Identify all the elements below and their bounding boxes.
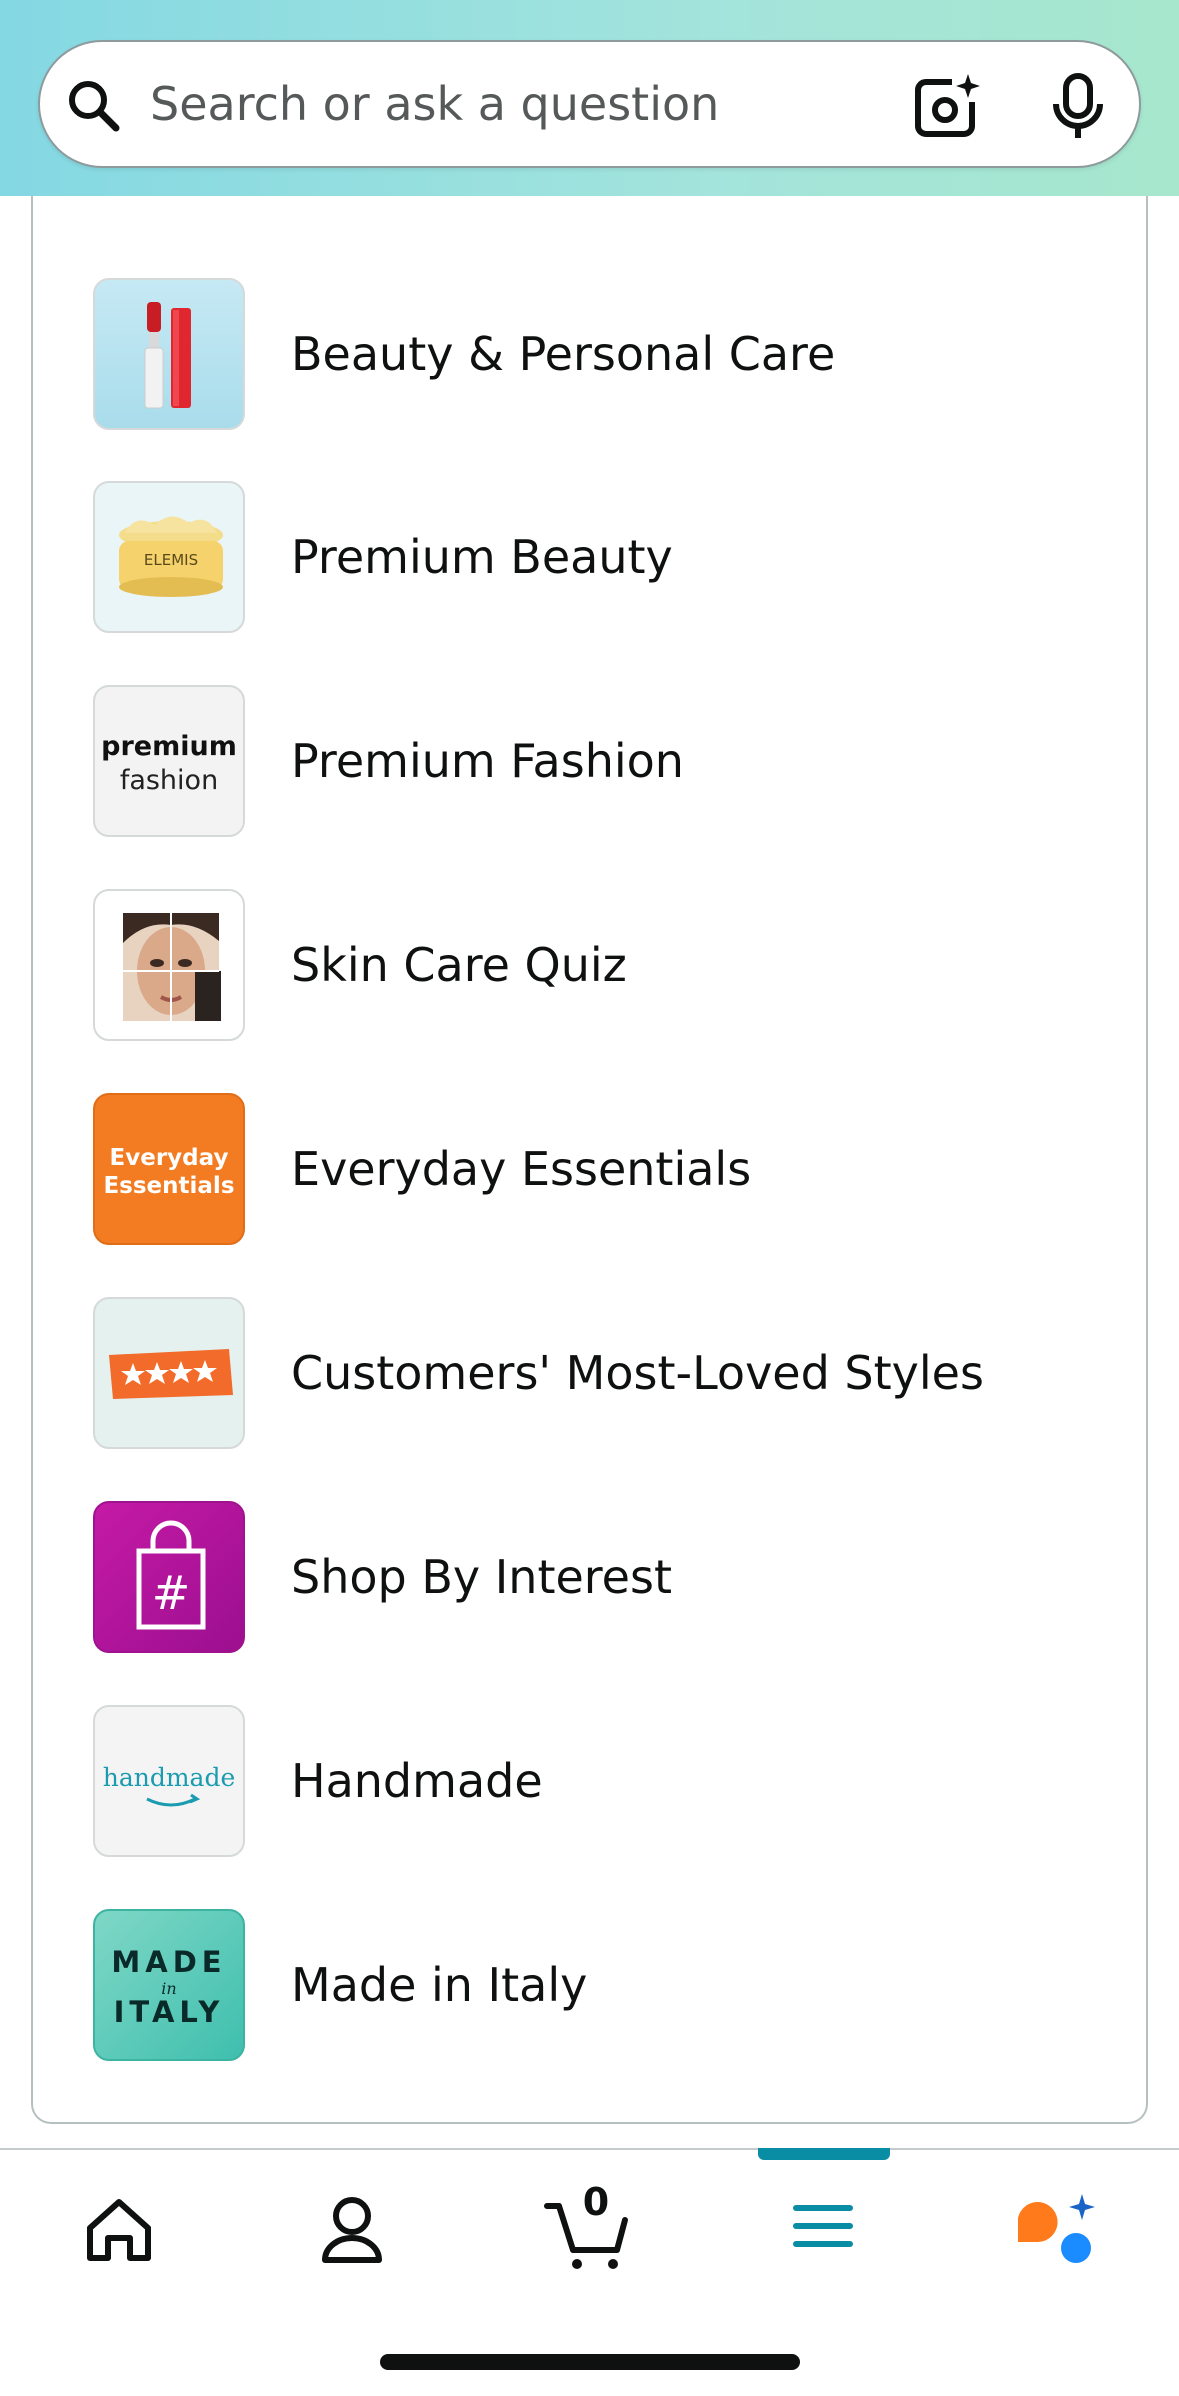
- category-label: Premium Fashion: [291, 734, 684, 788]
- thumb-text: Everyday: [109, 1145, 229, 1171]
- category-item-beauty-personal-care[interactable]: Beauty & Personal Care: [93, 278, 1093, 430]
- stars-badge-icon: [93, 1297, 245, 1449]
- lipstick-icon: [93, 278, 245, 430]
- category-item-handmade[interactable]: handmade Handmade: [93, 1705, 1093, 1857]
- account-icon[interactable]: [277, 2150, 427, 2300]
- home-icon[interactable]: [44, 2150, 194, 2300]
- menu-icon[interactable]: [748, 2150, 898, 2300]
- search-bar[interactable]: Search or ask a question: [38, 40, 1141, 168]
- category-item-shop-by-interest[interactable]: # Shop By Interest: [93, 1501, 1093, 1653]
- category-label: Everyday Essentials: [291, 1142, 752, 1196]
- category-label: Skin Care Quiz: [291, 938, 627, 992]
- microphone-icon[interactable]: [1048, 72, 1108, 140]
- face-collage-icon: [93, 889, 245, 1041]
- category-item-everyday-essentials[interactable]: Everyday Essentials Everyday Essentials: [93, 1093, 1093, 1245]
- category-label: Handmade: [291, 1754, 543, 1808]
- svg-text:#: #: [152, 1566, 191, 1620]
- thumb-text: Essentials: [103, 1173, 235, 1199]
- category-item-most-loved-styles[interactable]: Customers' Most-Loved Styles: [93, 1297, 1093, 1449]
- rufus-assistant-icon[interactable]: [980, 2150, 1130, 2300]
- svg-text:ELEMIS: ELEMIS: [144, 551, 198, 569]
- category-label: Made in Italy: [291, 1958, 588, 2012]
- category-item-premium-beauty[interactable]: ELEMIS Premium Beauty: [93, 481, 1093, 633]
- category-label: Beauty & Personal Care: [291, 327, 836, 381]
- home-indicator[interactable]: [380, 2354, 800, 2370]
- category-label: Customers' Most-Loved Styles: [291, 1346, 984, 1400]
- camera-sparkle-icon[interactable]: [912, 72, 980, 140]
- search-icon: [69, 81, 120, 132]
- made-in-italy-icon: MADE in ITALY: [93, 1909, 245, 2061]
- category-label: Premium Beauty: [291, 530, 673, 584]
- thumb-text: premium: [101, 731, 237, 762]
- thumb-text: ITALY: [113, 1995, 225, 2029]
- category-item-made-in-italy[interactable]: MADE in ITALY Made in Italy: [93, 1909, 1093, 2061]
- everyday-essentials-icon: Everyday Essentials: [93, 1093, 245, 1245]
- hashtag-bag-icon: #: [93, 1501, 245, 1653]
- thumb-text: fashion: [119, 765, 219, 796]
- category-list-panel: Beauty & Personal Care ELEMIS Premium Be…: [31, 150, 1148, 2124]
- category-item-premium-fashion[interactable]: premium fashion Premium Fashion: [93, 685, 1093, 837]
- header: Search or ask a question: [0, 0, 1179, 196]
- premium-fashion-icon: premium fashion: [93, 685, 245, 837]
- cart-icon[interactable]: [513, 2150, 663, 2300]
- thumb-text: MADE: [111, 1945, 227, 1979]
- cart-count-badge: 0: [582, 2180, 610, 2224]
- category-label: Shop By Interest: [291, 1550, 672, 1604]
- search-input[interactable]: Search or ask a question: [150, 42, 719, 166]
- handmade-logo-icon: handmade: [93, 1705, 245, 1857]
- cream-jar-icon: ELEMIS: [93, 481, 245, 633]
- category-item-skin-care-quiz[interactable]: Skin Care Quiz: [93, 889, 1093, 1041]
